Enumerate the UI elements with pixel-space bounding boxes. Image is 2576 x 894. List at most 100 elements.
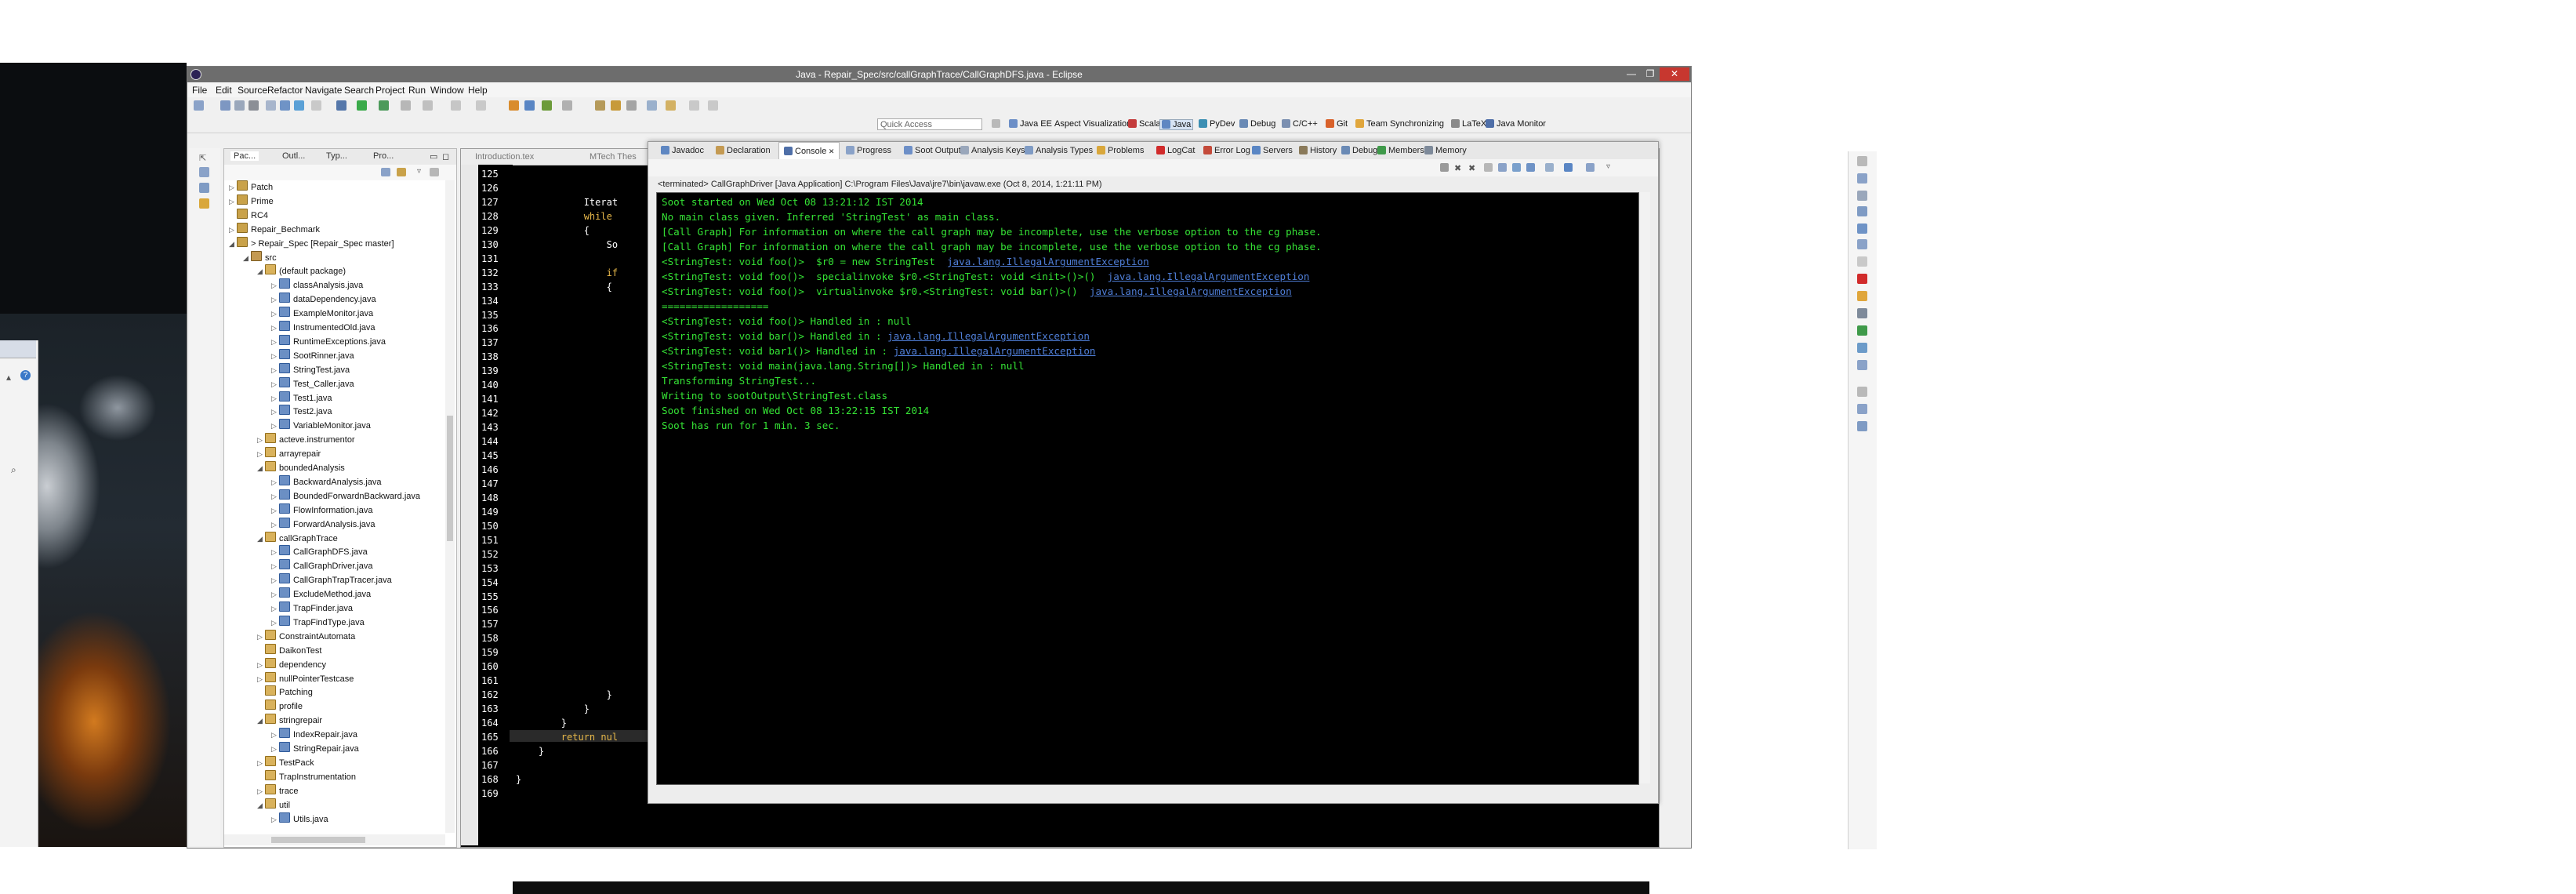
next-annotation-icon[interactable] — [647, 100, 657, 111]
menu-help[interactable]: Help — [468, 85, 488, 96]
expand-toggle-icon[interactable]: ◢ — [257, 798, 265, 812]
view-menu-icon[interactable]: ▿ — [1606, 162, 1610, 171]
plugin-icon[interactable] — [509, 100, 519, 111]
tree-item[interactable]: ▷ Patch — [229, 180, 273, 194]
vertical-scrollbar[interactable] — [445, 180, 455, 833]
tree-item[interactable]: ▷ ExcludeMethod.java — [271, 587, 371, 601]
open-perspective-button[interactable] — [992, 119, 1003, 129]
debug-icon[interactable] — [336, 100, 346, 111]
print-icon[interactable] — [249, 100, 259, 111]
new-icon[interactable] — [194, 100, 204, 111]
tree-item[interactable]: ▷ StringTest.java — [271, 362, 350, 377]
tab-declaration[interactable]: Declaration — [716, 146, 771, 155]
tree-item[interactable]: ▷ acteve.instrumentor — [257, 433, 355, 447]
tab-error-log[interactable]: Error Log — [1203, 146, 1250, 155]
search-icon[interactable]: ⌕ — [11, 464, 16, 476]
view-menu-icon[interactable]: ▿ — [417, 167, 421, 176]
expand-toggle-icon[interactable]: ▷ — [229, 223, 237, 237]
view-icon[interactable] — [199, 183, 209, 193]
collapse-all-icon[interactable] — [381, 168, 390, 176]
expand-toggle-icon[interactable]: ▷ — [257, 784, 265, 798]
save-icon[interactable] — [220, 100, 230, 111]
tab-servers[interactable]: Servers — [1252, 146, 1293, 155]
tree-item[interactable]: ▷ InstrumentedOld.java — [271, 321, 376, 335]
forward-icon[interactable] — [689, 100, 699, 111]
scroll-lock-icon[interactable] — [1498, 163, 1507, 172]
open-type-icon[interactable] — [266, 100, 276, 111]
tree-item[interactable]: ▷ Prime — [229, 194, 274, 209]
back-icon[interactable] — [666, 100, 676, 111]
expand-toggle-icon[interactable]: ▷ — [271, 475, 279, 489]
expand-toggle-icon[interactable]: ▷ — [257, 447, 265, 461]
expand-toggle-icon[interactable]: ◢ — [257, 264, 265, 278]
coverage-icon[interactable] — [379, 100, 389, 111]
scrollbar-thumb[interactable] — [447, 416, 453, 541]
view-icon[interactable] — [1857, 256, 1867, 267]
help-icon[interactable]: ? — [20, 370, 31, 380]
tree-item[interactable]: ▷ BoundedForwardnBackward.java — [271, 489, 420, 503]
expand-toggle-icon[interactable]: ▷ — [257, 756, 265, 770]
remove-all-icon[interactable]: ✖ — [1468, 163, 1475, 173]
display-console-icon[interactable] — [1564, 163, 1573, 172]
run-icon[interactable] — [357, 100, 367, 111]
tab-analysis-types[interactable]: Analysis Types — [1025, 146, 1093, 155]
menu-edit[interactable]: Edit — [216, 85, 232, 96]
tree-item[interactable]: ▷ dataDependency.java — [271, 293, 376, 307]
filters-icon[interactable] — [430, 168, 439, 176]
expand-toggle-icon[interactable]: ▷ — [271, 587, 279, 601]
tree-item[interactable]: ▷ trace — [257, 783, 298, 798]
view-icon[interactable] — [1857, 404, 1867, 414]
clear-console-icon[interactable] — [1484, 163, 1493, 172]
expand-toggle-icon[interactable]: ◢ — [257, 532, 265, 546]
tab-soot-output[interactable]: Soot Output — [904, 146, 961, 155]
error-log-icon[interactable] — [1857, 274, 1867, 284]
console-output[interactable]: Soot started on Wed Oct 08 13:21:12 IST … — [656, 192, 1639, 785]
open-folder-icon[interactable] — [595, 100, 605, 111]
expand-toggle-icon[interactable]: ◢ — [229, 237, 237, 251]
tab-memory[interactable]: Memory — [1424, 146, 1467, 155]
tree-item[interactable]: ▷ ConstraintAutomata — [257, 629, 355, 644]
save-all-icon[interactable] — [234, 100, 245, 111]
tab-logcat[interactable]: LogCat — [1156, 146, 1195, 155]
perspective-scala[interactable]: Scala — [1128, 119, 1161, 129]
tree-item[interactable]: ▷ ForwardAnalysis.java — [271, 517, 376, 532]
open-task-icon[interactable] — [280, 100, 290, 111]
perspective-pydev[interactable]: PyDev — [1199, 119, 1235, 129]
tab-introduction-tex[interactable]: Introduction.tex — [475, 152, 534, 162]
external-tools-icon[interactable] — [401, 100, 411, 111]
tab-outline[interactable]: Outl... — [282, 151, 305, 161]
perspective-team-synchronizing[interactable]: Team Synchronizing — [1355, 119, 1444, 129]
show-on-output-icon[interactable] — [1526, 163, 1535, 172]
menu-run[interactable]: Run — [408, 85, 426, 96]
perspective-latex[interactable]: LaTeX — [1451, 119, 1486, 129]
tree-item[interactable]: ◢ stringrepair — [257, 714, 322, 728]
tab-javadoc[interactable]: Javadoc — [661, 146, 704, 155]
expand-toggle-icon[interactable]: ◢ — [257, 461, 265, 475]
maximize-button[interactable]: ❐ — [1641, 67, 1660, 81]
exception-link[interactable]: java.lang.IllegalArgumentException — [1108, 271, 1310, 282]
menu-refactor[interactable]: Refactor — [267, 85, 303, 96]
tree-item[interactable]: ▷ classAnalysis.java — [271, 278, 363, 293]
view-icon[interactable] — [1857, 239, 1867, 249]
perspective-java-ee[interactable]: Java EE — [1009, 119, 1052, 129]
tree-item[interactable]: ▷ FlowInformation.java — [271, 503, 373, 518]
tree-item[interactable]: ◢ util — [257, 798, 290, 812]
tab-type-hierarchy[interactable]: Typ... — [326, 151, 347, 161]
toolbar-item-icon[interactable] — [562, 100, 572, 111]
terminate-icon[interactable] — [1440, 163, 1449, 172]
perspective-aspect-visualization[interactable]: Aspect Visualization — [1054, 119, 1131, 129]
link-with-editor-icon[interactable] — [397, 168, 406, 176]
toolbar-item-icon[interactable] — [423, 100, 433, 111]
tree-item[interactable]: ▷ VariableMonitor.java — [271, 419, 371, 433]
tab-progress[interactable]: Progress — [846, 146, 891, 155]
expand-toggle-icon[interactable]: ▷ — [271, 419, 279, 433]
tree-item[interactable]: ▷ BackwardAnalysis.java — [271, 474, 382, 489]
tree-item[interactable]: ▷ ExampleMonitor.java — [271, 307, 373, 321]
menu-file[interactable]: File — [192, 85, 207, 96]
tree-item[interactable]: Patching — [257, 685, 313, 700]
menu-window[interactable]: Window — [430, 85, 464, 96]
expand-toggle-icon[interactable]: ▷ — [271, 363, 279, 377]
tree-item[interactable]: ▷ StringRepair.java — [271, 742, 359, 756]
tree-item[interactable]: ▷ TrapFinder.java — [271, 601, 353, 616]
view-icon[interactable] — [1857, 325, 1867, 336]
